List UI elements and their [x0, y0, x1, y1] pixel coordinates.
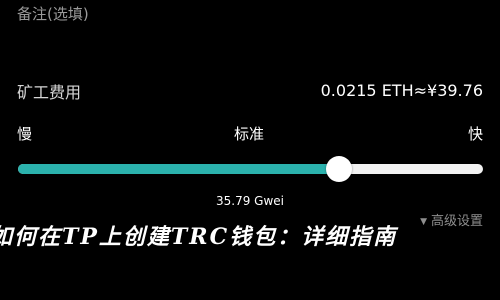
speed-fast-label: 快	[467, 125, 483, 143]
advanced-settings-label: 高级设置	[430, 214, 483, 229]
slider-track[interactable]	[18, 164, 483, 174]
slider-fill	[18, 164, 339, 174]
gwei-value: 35.79 Gwei	[216, 194, 284, 208]
triangle-down-icon: ▼	[420, 217, 427, 227]
gas-speed-slider[interactable]	[18, 156, 483, 182]
gas-fee-panel: 备注(选填) 矿工费用 0.0215 ETH≈¥39.76 慢 标准 快 35.…	[0, 0, 500, 300]
speed-slow-label: 慢	[17, 125, 33, 143]
advanced-settings-toggle[interactable]: ▼ 高级设置	[420, 213, 483, 231]
fee-label: 矿工费用	[17, 83, 82, 102]
fee-value: 0.0215 ETH≈¥39.76	[320, 81, 483, 100]
slider-thumb[interactable]	[325, 156, 352, 182]
article-title-banner: 如何在TP上创建TRC钱包：详细指南	[0, 224, 398, 250]
note-field[interactable]: 备注(选填)	[17, 4, 89, 24]
speed-standard-label: 标准	[234, 125, 265, 143]
